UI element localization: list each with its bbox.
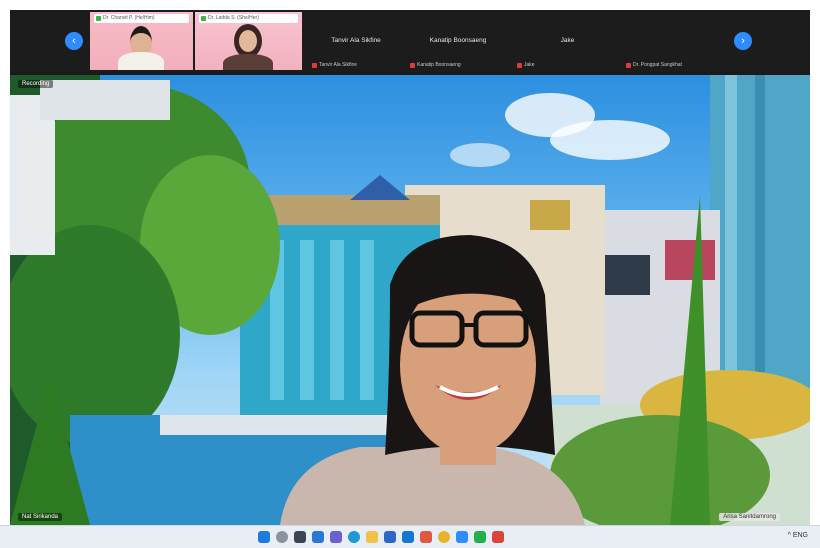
chat-icon[interactable] — [330, 531, 342, 543]
building-panel — [665, 240, 715, 280]
participant-body — [223, 54, 273, 70]
participant-tile[interactable]: Dr. Pongpat Sangkhat — [624, 12, 720, 70]
participant-tile[interactable]: Tanvir Ala Sikfine Tanvir Ala Sikfine — [310, 12, 402, 70]
task-view-icon[interactable] — [294, 531, 306, 543]
cloud — [550, 120, 670, 160]
participant-tile[interactable]: Jake Jake — [515, 12, 620, 70]
building-roof-peak — [350, 175, 410, 200]
building-emblem — [530, 200, 570, 230]
participant-gallery-strip: ‹ Dr. Chanvit P. (He/Him) Dr. Ladda S. (… — [10, 10, 810, 72]
participant-name: Tanvir Ala Sikfine — [331, 37, 381, 44]
system-tray[interactable]: ^ ENG — [788, 532, 808, 539]
mail-icon[interactable] — [402, 531, 414, 543]
participant-tile[interactable]: Dr. Ladda S. (She/Her) — [195, 12, 302, 70]
participant-muted-label: Kanatip Boonsaeng — [410, 62, 461, 68]
active-speaker-video: Recording Nat Sirikanda Arisa Sanitdamro… — [10, 75, 810, 525]
speaker-name-label: Arisa Sanitdamrong — [719, 513, 780, 521]
participant-face — [239, 30, 257, 52]
participant-muted-label: Jake — [517, 62, 535, 68]
zoom-icon[interactable] — [456, 531, 468, 543]
walkway — [160, 415, 420, 435]
participant-name: Jake — [560, 37, 575, 44]
cloud — [450, 143, 510, 167]
participant-name-label: Nat Sirikanda — [18, 513, 63, 521]
zoom-meeting-window: ‹ Dr. Chanvit P. (He/Him) Dr. Ladda S. (… — [10, 10, 810, 525]
participant-tile[interactable]: Dr. Chanvit P. (He/Him) — [90, 12, 193, 70]
tower-stripe — [755, 75, 765, 405]
window-column — [360, 240, 374, 400]
office-icon[interactable] — [420, 531, 432, 543]
line-icon[interactable] — [474, 531, 486, 543]
tower-stripe — [725, 75, 737, 405]
speaker-shirt — [280, 447, 585, 525]
windows-icon[interactable] — [258, 531, 270, 543]
widgets-icon[interactable] — [312, 531, 324, 543]
edge-icon[interactable] — [348, 531, 360, 543]
participant-name-tag: Dr. Ladda S. (She/Her) — [199, 14, 298, 23]
participant-muted-label: Dr. Pongpat Sangkhat — [626, 62, 682, 68]
chevron-left-icon[interactable]: ‹ — [65, 32, 83, 50]
virtual-background-scene — [10, 75, 810, 525]
store-icon[interactable] — [384, 531, 396, 543]
speaker-neck — [440, 445, 496, 465]
window-column — [300, 240, 314, 400]
search-icon[interactable] — [276, 531, 288, 543]
participant-name: Kanatip Boonsaeng — [429, 37, 487, 44]
participant-muted-label: Tanvir Ala Sikfine — [312, 62, 357, 68]
explorer-icon[interactable] — [366, 531, 378, 543]
chevron-right-icon[interactable]: › — [734, 32, 752, 50]
camera-icon[interactable] — [492, 531, 504, 543]
windows-taskbar: ^ ENG — [0, 525, 820, 548]
participant-body — [118, 52, 164, 70]
chrome-icon[interactable] — [438, 531, 450, 543]
participant-name-tag: Dr. Chanvit P. (He/Him) — [94, 14, 189, 23]
participant-tile[interactable]: Kanatip Boonsaeng Kanatip Boonsaeng — [408, 12, 508, 70]
canopy-structure — [40, 80, 170, 120]
recording-indicator: Recording — [18, 80, 54, 88]
window-column — [330, 240, 344, 400]
